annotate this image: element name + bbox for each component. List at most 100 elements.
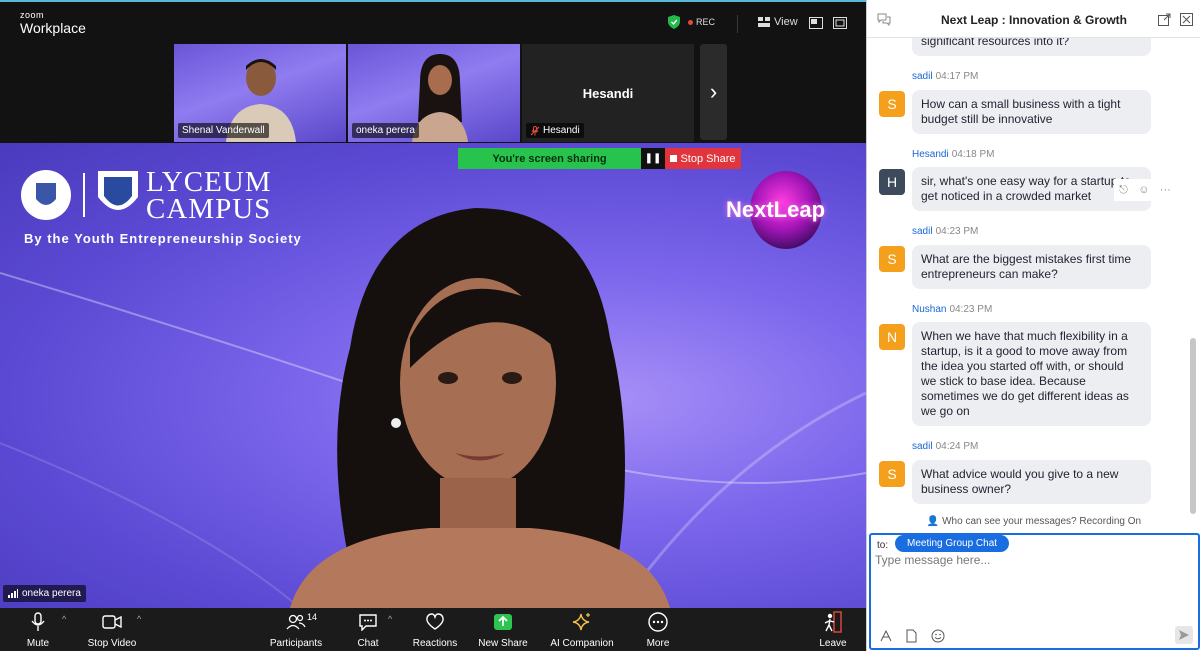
- chat-title: Next Leap : Innovation & Growth: [940, 13, 1127, 27]
- top-bar: zoom Workplace REC View: [0, 0, 866, 44]
- audio-options-caret-icon[interactable]: ^: [62, 614, 66, 624]
- new-share-label: New Share: [478, 638, 528, 649]
- grid-view-icon: [758, 17, 770, 27]
- message-sender: sadil 04:23 PM: [912, 226, 978, 237]
- campus-shield-icon: [98, 171, 138, 210]
- stop-video-label: Stop Video: [87, 638, 137, 649]
- to-label: to:: [877, 540, 889, 551]
- participants-label: Participants: [269, 638, 323, 649]
- logo-line-2: Workplace: [20, 20, 86, 36]
- person-icon: 👤: [926, 516, 940, 527]
- stop-icon: [670, 155, 678, 162]
- participant-name: oneka perera: [352, 123, 419, 138]
- sender-name: sadil: [912, 71, 933, 82]
- nextleap-logo: NextLeap: [726, 171, 848, 251]
- speaker-name-tag: oneka perera: [3, 585, 86, 602]
- shield-icon: [668, 15, 680, 29]
- view-button[interactable]: View: [758, 16, 798, 28]
- emoji-icon[interactable]: [931, 629, 945, 643]
- heart-icon: [426, 613, 444, 630]
- mute-button[interactable]: Mute: [22, 610, 54, 649]
- meeting-toolbar: Mute ^ Stop Video ^ Participants 14 Chat…: [0, 608, 866, 651]
- signal-strength-icon: [8, 589, 18, 598]
- message-time: 04:23 PM: [935, 226, 979, 237]
- visibility-text: Who can see your messages? Recording On: [942, 516, 1142, 527]
- muted-microphone-icon: [530, 125, 540, 135]
- message-time: 04:24 PM: [935, 441, 979, 452]
- screen-sharing-status: You're screen sharing: [458, 148, 641, 169]
- zoom-app: zoom Workplace REC View Shenal Vanderwal…: [0, 0, 1200, 651]
- send-button[interactable]: [1175, 626, 1193, 644]
- reactions-label: Reactions: [412, 638, 458, 649]
- ai-companion-button[interactable]: AI Companion: [548, 610, 616, 649]
- recording-indicator[interactable]: REC: [688, 17, 715, 27]
- fullscreen-icon[interactable]: [833, 17, 847, 29]
- speaker-name: oneka perera: [22, 588, 81, 599]
- chat-header: Next Leap : Innovation & Growth: [867, 0, 1200, 38]
- view-label: View: [774, 16, 798, 28]
- school-crest-icon: [21, 170, 71, 220]
- chat-message-bubble: What advice would you give to a new busi…: [912, 460, 1151, 504]
- chat-message-list[interactable]: significant resources into it? sadil 04:1…: [867, 28, 1189, 512]
- more-button[interactable]: More: [644, 610, 672, 649]
- sender-name: sadil: [912, 226, 933, 237]
- next-page-button[interactable]: ›: [700, 44, 727, 140]
- more-icon: [648, 612, 668, 632]
- participants-icon: [286, 614, 306, 630]
- stop-share-button[interactable]: Stop Share: [665, 148, 741, 169]
- format-text-icon[interactable]: [879, 629, 893, 643]
- participant-video: [412, 54, 468, 142]
- message-visibility-note[interactable]: 👤 Who can see your messages? Recording O…: [867, 516, 1200, 527]
- mute-label: Mute: [26, 638, 50, 649]
- more-options-icon[interactable]: ···: [1160, 184, 1171, 196]
- campus-title-line-1: LYCEUM: [146, 166, 272, 198]
- video-camera-icon: [102, 615, 122, 629]
- security-recording-status[interactable]: REC: [668, 15, 715, 29]
- message-hover-actions: ⎋ ☺ ···: [1114, 179, 1176, 201]
- avatar[interactable]: H: [879, 169, 905, 195]
- reactions-button[interactable]: Reactions: [410, 610, 460, 649]
- chat-button[interactable]: Chat: [354, 610, 382, 649]
- message-sender: sadil 04:17 PM: [912, 71, 978, 82]
- avatar[interactable]: S: [879, 461, 905, 487]
- meeting-area: zoom Workplace REC View Shenal Vanderwal…: [0, 0, 866, 651]
- avatar[interactable]: S: [879, 91, 905, 117]
- message-sender: sadil 04:24 PM: [912, 441, 978, 452]
- recipient-selector[interactable]: Meeting Group Chat: [895, 535, 1010, 552]
- reply-icon[interactable]: ⎋: [1119, 184, 1128, 197]
- pause-share-button[interactable]: ❚❚: [641, 148, 665, 169]
- picture-in-picture-icon[interactable]: [809, 17, 823, 29]
- attach-file-icon[interactable]: [904, 629, 918, 643]
- chevron-right-icon: ›: [709, 79, 718, 104]
- participant-thumbnail[interactable]: Shenal Vanderwall: [174, 44, 346, 142]
- participant-thumbnail[interactable]: Hesandi Hesandi: [522, 44, 694, 142]
- chat-message-input[interactable]: [875, 553, 1193, 613]
- participant-thumbnail[interactable]: oneka perera: [348, 44, 520, 142]
- leave-button[interactable]: Leave: [818, 610, 848, 649]
- chat-composer: to: Meeting Group Chat: [869, 533, 1200, 650]
- chat-message-bubble: When we have that much flexibility in a …: [912, 322, 1151, 426]
- chat-options-caret-icon[interactable]: ^: [388, 614, 392, 624]
- sender-name: Hesandi: [912, 149, 949, 160]
- main-speaker-video[interactable]: LYCEUM CAMPUS By the Youth Entrepreneursh…: [0, 143, 866, 608]
- pop-out-icon[interactable]: [1158, 13, 1171, 26]
- logo-divider: [83, 173, 85, 217]
- speaker-person: [290, 208, 670, 608]
- message-time: 04:17 PM: [935, 71, 979, 82]
- close-panel-icon[interactable]: [1180, 13, 1193, 26]
- leave-door-icon: [824, 611, 842, 633]
- sender-name: Nushan: [912, 304, 947, 315]
- video-options-caret-icon[interactable]: ^: [137, 614, 141, 624]
- microphone-icon: [31, 612, 45, 631]
- zoom-logo: zoom Workplace: [20, 10, 86, 36]
- participants-count: 14: [307, 612, 318, 622]
- avatar[interactable]: S: [879, 246, 905, 272]
- screen-sharing-bar: You're screen sharing ❚❚ Stop Share: [458, 148, 741, 169]
- chat-scrollbar[interactable]: [1190, 338, 1196, 514]
- new-share-button[interactable]: New Share: [476, 610, 530, 649]
- stop-video-button[interactable]: Stop Video: [84, 610, 140, 649]
- participant-name: Hesandi: [543, 125, 580, 136]
- add-reaction-icon[interactable]: ☺: [1138, 184, 1149, 196]
- avatar[interactable]: N: [879, 324, 905, 350]
- message-time: 04:18 PM: [951, 149, 995, 160]
